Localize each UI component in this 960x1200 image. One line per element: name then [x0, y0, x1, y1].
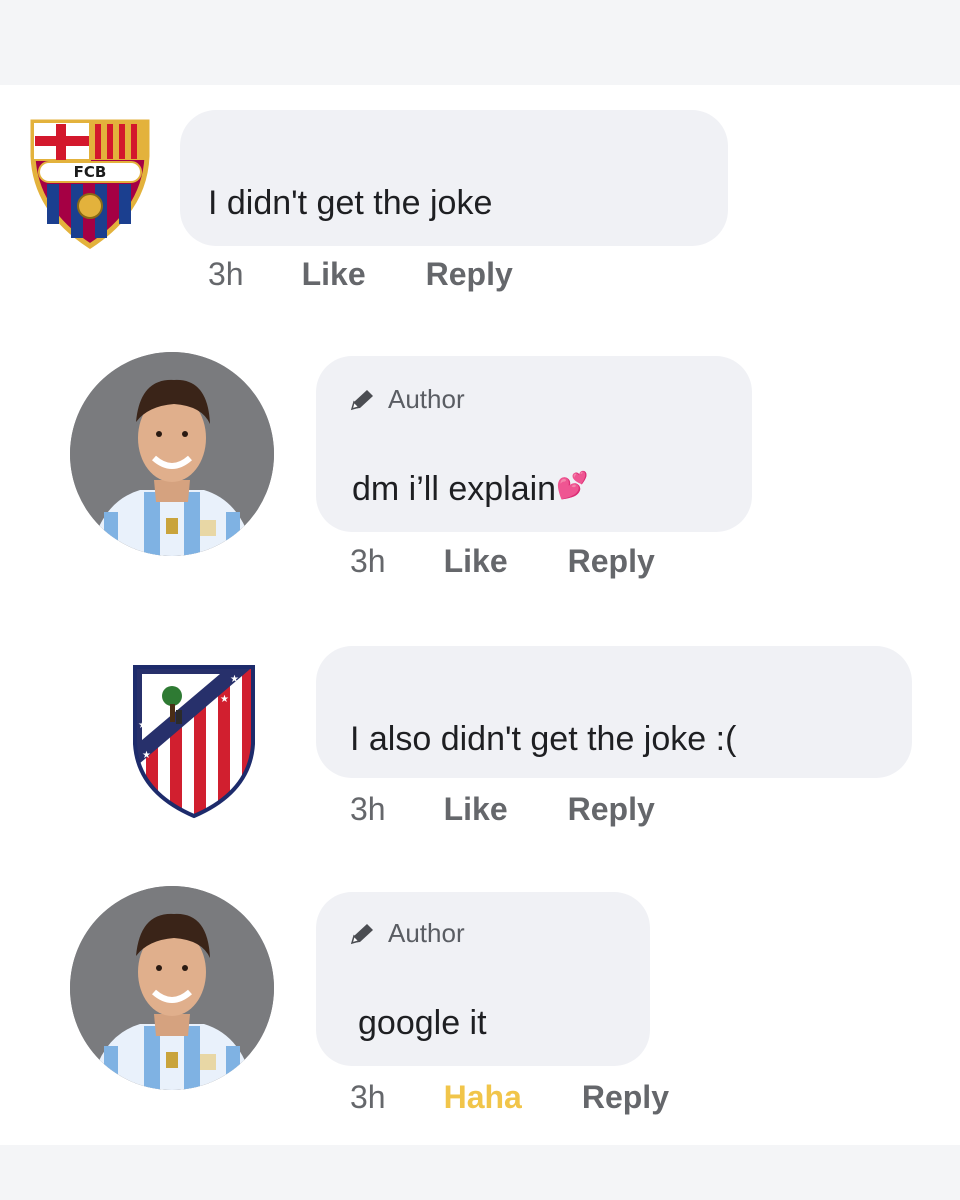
player-avatar[interactable] — [70, 886, 274, 1090]
pencil-icon — [350, 923, 373, 944]
author-badge: Author — [348, 918, 465, 949]
reply-button[interactable]: Reply — [582, 1079, 669, 1116]
comment-4: Author google it 3h Haha Reply — [0, 0, 960, 1140]
author-label: Author — [388, 918, 465, 948]
comment-bubble[interactable]: Author google it — [316, 892, 650, 1066]
comment-text: google it — [358, 1004, 487, 1042]
comment-actions: 3h Haha Reply — [350, 1079, 669, 1116]
timestamp: 3h — [350, 1079, 386, 1115]
haha-reaction-button[interactable]: Haha — [444, 1079, 522, 1116]
